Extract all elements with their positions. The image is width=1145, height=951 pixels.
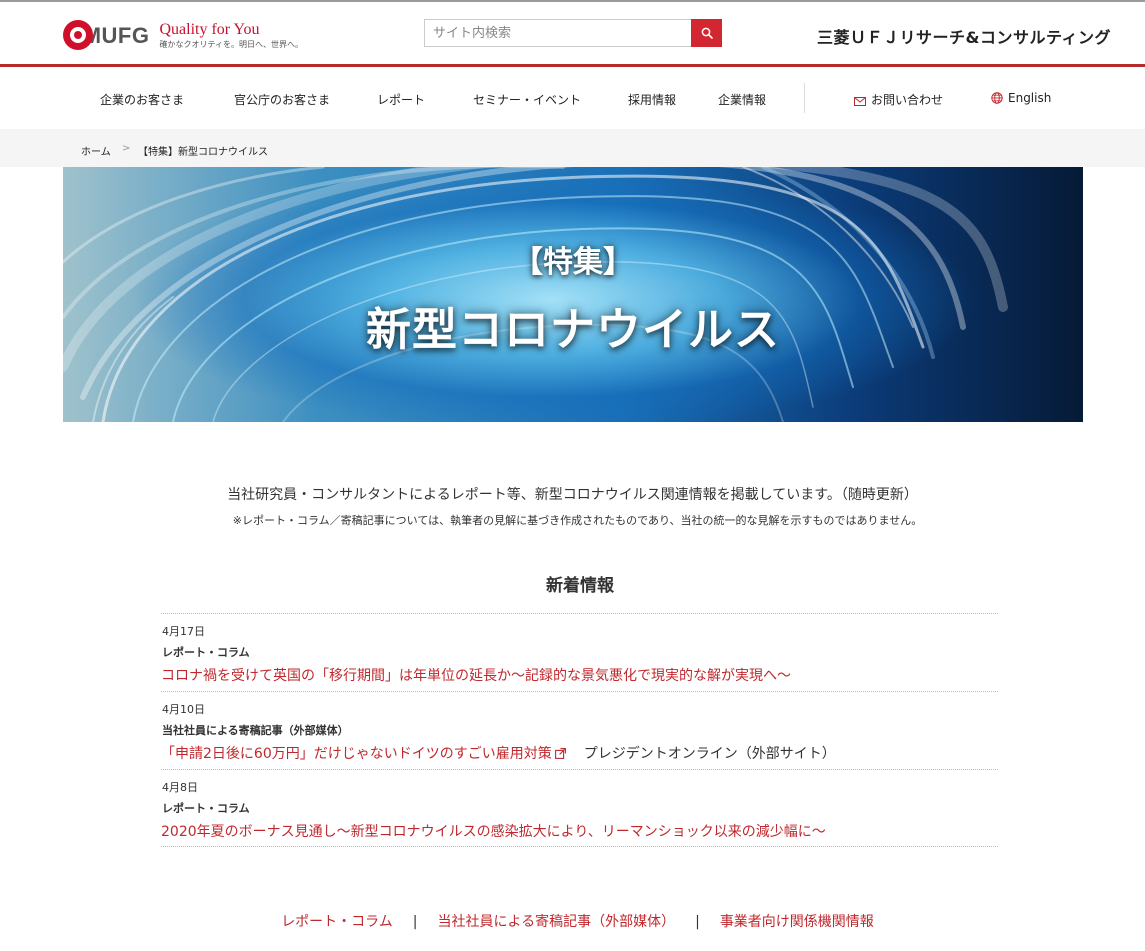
category-links: レポート・コラム | 当社社員による寄稿記事（外部媒体） | 事業者向け関係機関情報 [0, 911, 1145, 931]
link-reports-columns[interactable]: レポート・コラム [281, 914, 393, 930]
news-title-link[interactable]: コロナ禍を受けて英国の「移行期間」は年単位の延長か～記録的な景気悪化で現実的な解… [161, 665, 791, 685]
news-category: レポート・コラム [162, 646, 250, 659]
breadcrumb: ホーム > 【特集】新型コロナウイルス [0, 129, 1145, 167]
nav-item-reports[interactable]: レポート [377, 91, 425, 108]
nav-item-government[interactable]: 官公庁のお客さま [234, 91, 330, 108]
news-item: 4月8日 レポート・コラム 2020年夏のボーナス見通し～新型コロナウイルスの感… [161, 769, 998, 847]
news-source: プレジデントオンライン（外部サイト） [583, 746, 836, 762]
news-item: 4月17日 レポート・コラム コロナ禍を受けて英国の「移行期間」は年単位の延長か… [161, 613, 998, 691]
news-date: 4月8日 [162, 781, 198, 794]
main-nav: 企業のお客さま 官公庁のお客さま レポート セミナー・イベント 採用情報 企業情… [0, 67, 1145, 129]
company-name-logo[interactable]: 三菱ＵＦＪリサーチ&コンサルティング [817, 24, 1111, 48]
link-separator: | [695, 914, 700, 930]
site-header: MUFG Quality for You 確かなクオリティを。明日へ、世界へ。 … [0, 2, 1145, 64]
hero-subtitle: 【特集】 [513, 245, 633, 280]
hero-title: 新型コロナウイルス [365, 303, 780, 356]
link-separator: | [412, 914, 418, 930]
mail-icon [854, 97, 866, 106]
nav-item-english[interactable]: English [991, 91, 1051, 105]
breadcrumb-home[interactable]: ホーム [81, 143, 111, 158]
news-title-link[interactable]: 「申請2日後に60万円」だけじゃないドイツのすごい雇用対策 プレジデントオンライ… [161, 743, 836, 763]
mufg-mark-icon [63, 20, 93, 50]
tagline-main: Quality for You [159, 20, 260, 38]
contact-label: お問い合わせ [871, 93, 944, 107]
mufg-logo[interactable]: MUFG Quality for You 確かなクオリティを。明日へ、世界へ。 [63, 18, 303, 52]
news-heading: 新着情報 [546, 576, 614, 596]
news-category: 当社社員による寄稿記事（外部媒体） [162, 724, 349, 737]
intro-text: 当社研究員・コンサルタントによるレポート等、新型コロナウイルス関連情報を掲載して… [227, 487, 918, 503]
news-date: 4月17日 [162, 625, 205, 638]
search-input[interactable] [424, 19, 691, 47]
news-list: 4月17日 レポート・コラム コロナ禍を受けて英国の「移行期間」は年単位の延長か… [161, 613, 998, 847]
site-search [424, 19, 722, 47]
nav-item-company[interactable]: 企業情報 [718, 91, 766, 108]
globe-icon [991, 92, 1003, 104]
nav-item-recruit[interactable]: 採用情報 [628, 91, 676, 108]
breadcrumb-separator: > [122, 143, 131, 154]
intro-disclaimer: ※レポート・コラム／寄稿記事については、執筆者の見解に基づき作成されたものであり… [232, 514, 923, 527]
english-label: English [1008, 91, 1052, 105]
nav-divider [804, 83, 805, 113]
news-category: レポート・コラム [162, 802, 250, 815]
search-icon [701, 27, 713, 39]
news-title-text: 「申請2日後に60万円」だけじゃないドイツのすごい雇用対策 [161, 746, 552, 762]
nav-item-seminars[interactable]: セミナー・イベント [473, 91, 581, 108]
news-date: 4月10日 [162, 703, 205, 716]
nav-item-corporate[interactable]: 企業のお客さま [100, 91, 184, 108]
breadcrumb-current: 【特集】新型コロナウイルス [138, 147, 268, 158]
link-contributed-articles[interactable]: 当社社員による寄稿記事（外部媒体） [438, 914, 676, 930]
news-title-link[interactable]: 2020年夏のボーナス見通し～新型コロナウイルスの感染拡大により、リーマンショッ… [161, 821, 826, 841]
nav-item-contact[interactable]: お問い合わせ [854, 91, 943, 108]
external-link-icon [554, 748, 566, 759]
link-business-agencies[interactable]: 事業者向け関係機関情報 [720, 914, 874, 930]
tagline: Quality for You 確かなクオリティを。明日へ、世界へ。 [159, 20, 303, 49]
tagline-sub: 確かなクオリティを。明日へ、世界へ。 [159, 39, 303, 49]
news-item: 4月10日 当社社員による寄稿記事（外部媒体） 「申請2日後に60万円」だけじゃ… [161, 691, 998, 769]
hero-banner: 【特集】 新型コロナウイルス [63, 167, 1083, 422]
search-button[interactable] [691, 19, 722, 47]
